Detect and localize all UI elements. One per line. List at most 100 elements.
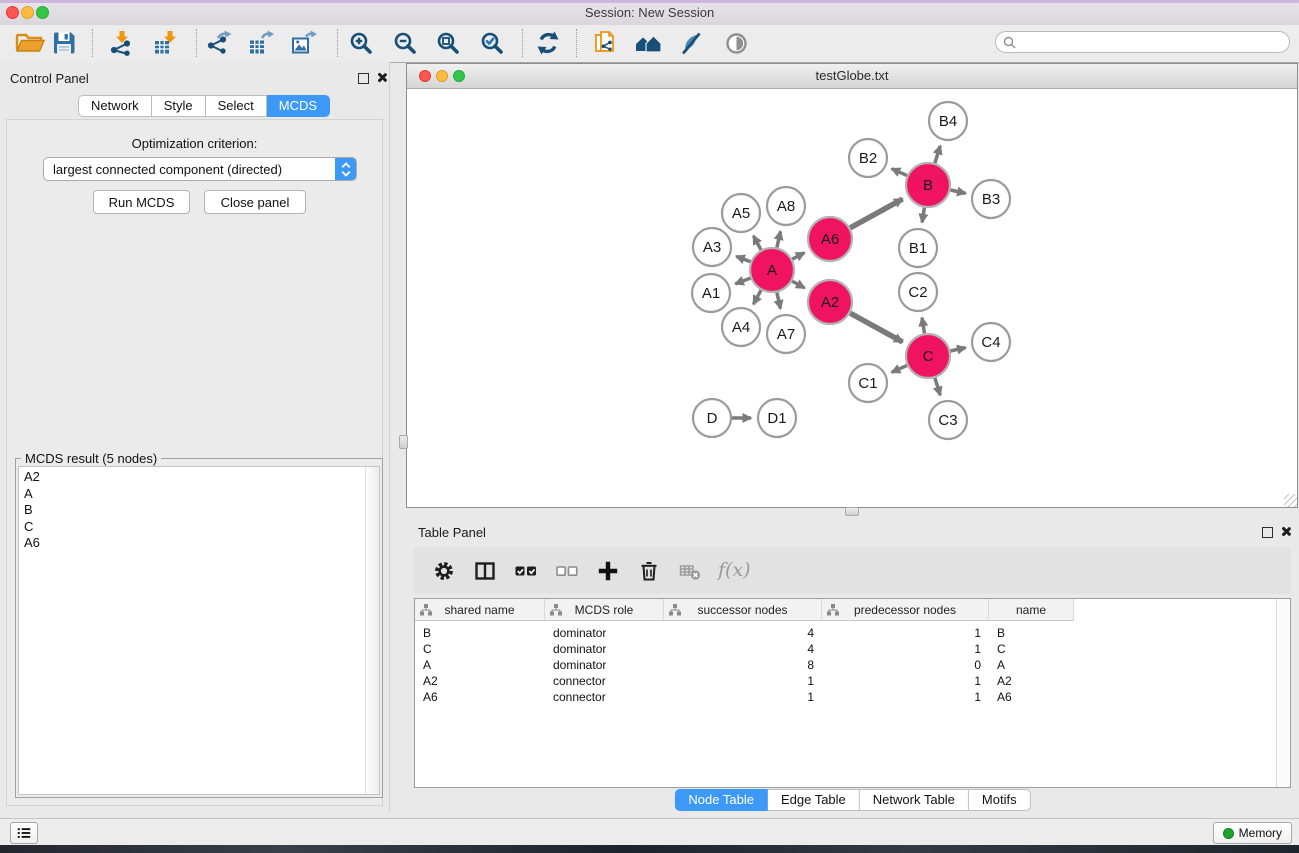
export-image-button[interactable]	[287, 27, 321, 59]
column-header-name[interactable]: name	[989, 599, 1074, 621]
zoom-fit-icon	[436, 31, 461, 56]
select-all-button[interactable]	[513, 558, 538, 584]
node-A7[interactable]: A7	[767, 315, 805, 353]
node-A[interactable]: A	[750, 248, 794, 292]
zoom-fit-button[interactable]	[431, 27, 465, 59]
graphics-details-button[interactable]	[674, 27, 708, 59]
tab-motifs[interactable]: Motifs	[969, 789, 1031, 811]
table-row[interactable]: Bdominator41B	[415, 625, 1290, 641]
table-cell: A	[989, 658, 1074, 672]
node-A3[interactable]: A3	[693, 228, 731, 266]
result-item[interactable]: A	[24, 486, 379, 503]
window-resize-handle[interactable]	[1284, 494, 1297, 507]
column-header-successor-nodes[interactable]: successor nodes	[664, 599, 822, 621]
column-header-predecessor-nodes[interactable]: predecessor nodes	[822, 599, 989, 621]
table-scrollbar[interactable]	[1276, 599, 1290, 787]
zoom-selected-button[interactable]	[475, 27, 509, 59]
tab-select[interactable]: Select	[206, 95, 267, 117]
column-header-label: predecessor nodes	[854, 603, 956, 617]
tab-node-table[interactable]: Node Table	[674, 789, 768, 811]
eye-button[interactable]	[719, 27, 753, 59]
node-C[interactable]: C	[906, 334, 950, 378]
run-mcds-button[interactable]: Run MCDS	[93, 190, 190, 214]
column-settings-button[interactable]	[431, 558, 456, 584]
titlebar: Session: New Session	[0, 0, 1299, 26]
destroy-table-button[interactable]	[677, 558, 702, 584]
node-B3[interactable]: B3	[972, 180, 1010, 218]
table-cell: 1	[822, 674, 989, 688]
node-C4[interactable]: C4	[972, 323, 1010, 361]
node-A4[interactable]: A4	[722, 308, 760, 346]
refresh-view-button[interactable]	[531, 27, 565, 59]
node-C3[interactable]: C3	[929, 401, 967, 439]
splitter-grip-bottom[interactable]	[845, 507, 859, 516]
delete-column-button[interactable]	[636, 558, 661, 584]
node-A8[interactable]: A8	[767, 187, 805, 225]
node-D[interactable]: D	[693, 399, 731, 437]
node-B2[interactable]: B2	[849, 139, 887, 177]
node-B[interactable]: B	[906, 163, 950, 207]
close-panel-icon[interactable]	[376, 72, 387, 83]
zoom-in-button[interactable]	[344, 27, 378, 59]
node-A2[interactable]: A2	[808, 280, 852, 324]
float-table-panel-icon[interactable]	[1262, 527, 1273, 538]
svg-text:C4: C4	[981, 334, 1000, 351]
tab-mcds[interactable]: MCDS	[267, 95, 330, 117]
node-B4[interactable]: B4	[929, 102, 967, 140]
search-input[interactable]	[1020, 33, 1289, 51]
node-A5[interactable]: A5	[722, 194, 760, 232]
node-B1[interactable]: B1	[899, 229, 937, 267]
open-session-button[interactable]	[13, 27, 47, 59]
network-graph: B4 B2 B B3 A8A5 A6 A3 B1 A A1 C2 A2 A4A7 C4 C C1 C3 D D1	[407, 89, 1297, 507]
save-session-button[interactable]	[47, 27, 81, 59]
node-A6[interactable]: A6	[808, 217, 852, 261]
table-row[interactable]: Cdominator41C	[415, 641, 1290, 657]
tab-network-table[interactable]: Network Table	[860, 789, 969, 811]
zoom-out-button[interactable]	[388, 27, 422, 59]
network-view-window: testGlobe.txt B4 B2 B B3 A8A5 A6 A3 B1 A A1 C2 A2 A4…	[406, 63, 1298, 508]
node-C1[interactable]: C1	[849, 364, 887, 402]
network-window-titlebar[interactable]: testGlobe.txt	[407, 64, 1297, 89]
result-item[interactable]: B	[24, 502, 379, 519]
table-panel-title: Table Panel	[418, 525, 486, 540]
function-builder-button[interactable]: f(x)	[718, 558, 751, 584]
node-D1[interactable]: D1	[758, 399, 796, 437]
close-panel-button[interactable]: Close panel	[204, 190, 306, 214]
table-cell: A6	[415, 690, 545, 704]
import-network-button[interactable]	[104, 27, 138, 59]
add-column-button[interactable]	[595, 558, 620, 584]
memory-button[interactable]: Memory	[1213, 822, 1292, 844]
table-row[interactable]: Adominator80A	[415, 657, 1290, 673]
list-icon	[17, 825, 31, 841]
import-table-button[interactable]	[149, 27, 183, 59]
table-row[interactable]: A6connector11A6	[415, 689, 1290, 705]
column-header-mcds-role[interactable]: MCDS role	[545, 599, 664, 621]
network-from-file-button[interactable]	[588, 27, 622, 59]
deselect-all-button[interactable]	[554, 558, 579, 584]
optimization-criterion-select[interactable]: largest connected component (directed)	[43, 157, 357, 181]
result-item[interactable]: A2	[24, 469, 379, 486]
result-list-scrollbar[interactable]	[365, 467, 379, 794]
splitter-grip-left[interactable]	[399, 435, 408, 449]
home-button[interactable]	[631, 27, 665, 59]
task-history-button[interactable]	[10, 822, 38, 844]
export-table-button[interactable]	[244, 27, 278, 59]
column-header-shared-name[interactable]: shared name	[415, 599, 545, 621]
tab-edge-table[interactable]: Edge Table	[768, 789, 860, 811]
mcds-result-list: A2ABCA6	[18, 466, 380, 795]
tab-style[interactable]: Style	[152, 95, 206, 117]
eye-icon	[724, 31, 749, 56]
table-row[interactable]: A2connector11A2	[415, 673, 1290, 689]
tab-network[interactable]: Network	[78, 95, 152, 117]
close-table-panel-icon[interactable]	[1280, 526, 1291, 537]
result-item[interactable]: A6	[24, 535, 379, 552]
float-panel-icon[interactable]	[358, 73, 369, 84]
export-network-button[interactable]	[202, 27, 236, 59]
table-cell: C	[989, 642, 1074, 656]
column-layout-button[interactable]	[472, 558, 497, 584]
node-A1[interactable]: A1	[692, 274, 730, 312]
node-C2[interactable]: C2	[899, 273, 937, 311]
result-item[interactable]: C	[24, 519, 379, 536]
network-canvas[interactable]: B4 B2 B B3 A8A5 A6 A3 B1 A A1 C2 A2 A4A7 C4 C C1 C3 D D1	[407, 89, 1297, 507]
main-toolbar	[0, 25, 1299, 63]
